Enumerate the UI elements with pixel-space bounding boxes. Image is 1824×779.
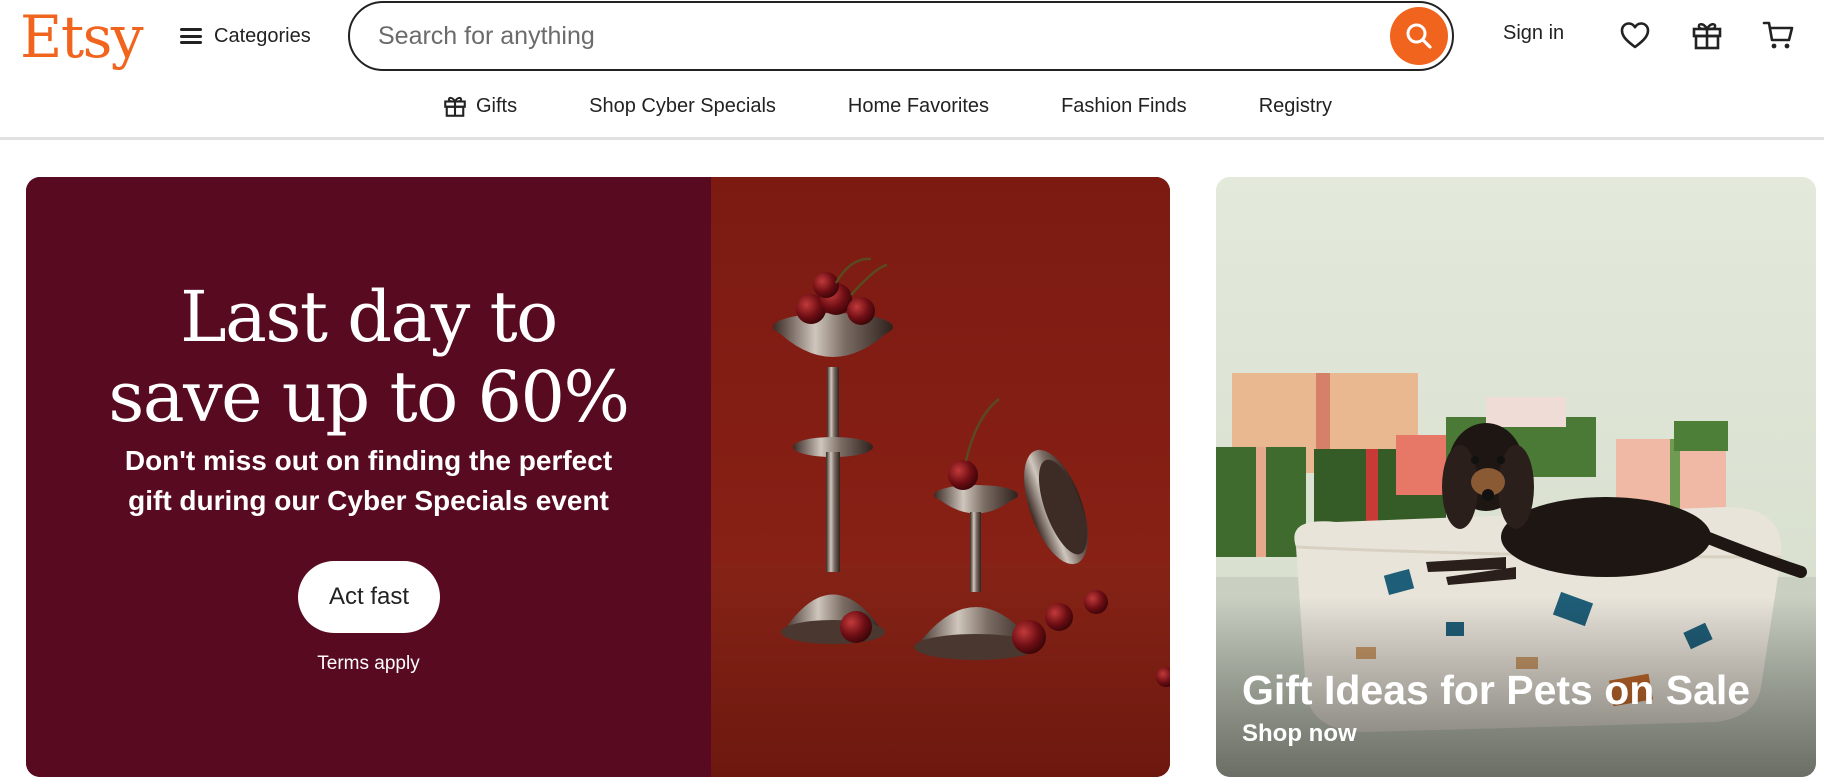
subnav-registry[interactable]: Registry <box>1259 95 1332 118</box>
cart-button[interactable] <box>1760 16 1798 54</box>
gift-icon <box>444 96 466 117</box>
hero-title: Last day to save up to 60% <box>26 277 711 437</box>
search-button[interactable] <box>1390 7 1448 65</box>
menu-icon <box>180 28 202 44</box>
etsy-logo[interactable]: Etsy <box>20 4 144 70</box>
cherries-silverware-image <box>711 177 1170 777</box>
heart-icon <box>1620 22 1650 49</box>
hero-text-panel: Last day to save up to 60% Don't miss ou… <box>26 177 711 777</box>
subnav-shop-cyber-specials[interactable]: Shop Cyber Specials <box>589 95 776 118</box>
sign-in-link[interactable]: Sign in <box>1503 22 1564 45</box>
pets-card-title: Gift Ideas for Pets on Sale <box>1242 667 1751 713</box>
hero-title-line: save up to 60% <box>108 356 630 438</box>
categories-button[interactable]: Categories <box>180 18 311 54</box>
act-fast-button[interactable]: Act fast <box>298 561 440 633</box>
subnav: Gifts Shop Cyber Specials Home Favorites… <box>443 92 1332 120</box>
hero-subtitle-line: gift during our Cyber Specials event <box>128 485 609 516</box>
shop-now-link[interactable]: Shop now <box>1242 720 1357 748</box>
subnav-gifts[interactable]: Gifts <box>443 94 517 118</box>
subnav-home-favorites[interactable]: Home Favorites <box>848 95 989 118</box>
gift-icon <box>1692 23 1722 50</box>
hero-title-line: Last day to <box>180 276 558 358</box>
gifts-button[interactable] <box>1688 16 1726 54</box>
terms-apply-link[interactable]: Terms apply <box>26 653 711 675</box>
hero-subtitle: Don't miss out on finding the perfect gi… <box>26 441 711 521</box>
search-input[interactable] <box>378 3 1358 69</box>
hero-subtitle-line: Don't miss out on finding the perfect <box>124 445 613 476</box>
search-bar <box>348 1 1454 71</box>
cart-icon <box>1762 21 1794 49</box>
search-icon <box>1406 23 1432 49</box>
hero-image <box>711 177 1170 777</box>
site-header: Etsy Categories Sign in <box>0 0 1824 140</box>
subnav-label: Gifts <box>476 94 518 117</box>
hero-banner: Last day to save up to 60% Don't miss ou… <box>26 177 1170 777</box>
subnav-fashion-finds[interactable]: Fashion Finds <box>1061 95 1187 118</box>
pets-promo-card[interactable]: Gift Ideas for Pets on Sale Shop now <box>1216 177 1816 777</box>
favorites-button[interactable] <box>1616 16 1654 54</box>
categories-label: Categories <box>214 24 311 47</box>
